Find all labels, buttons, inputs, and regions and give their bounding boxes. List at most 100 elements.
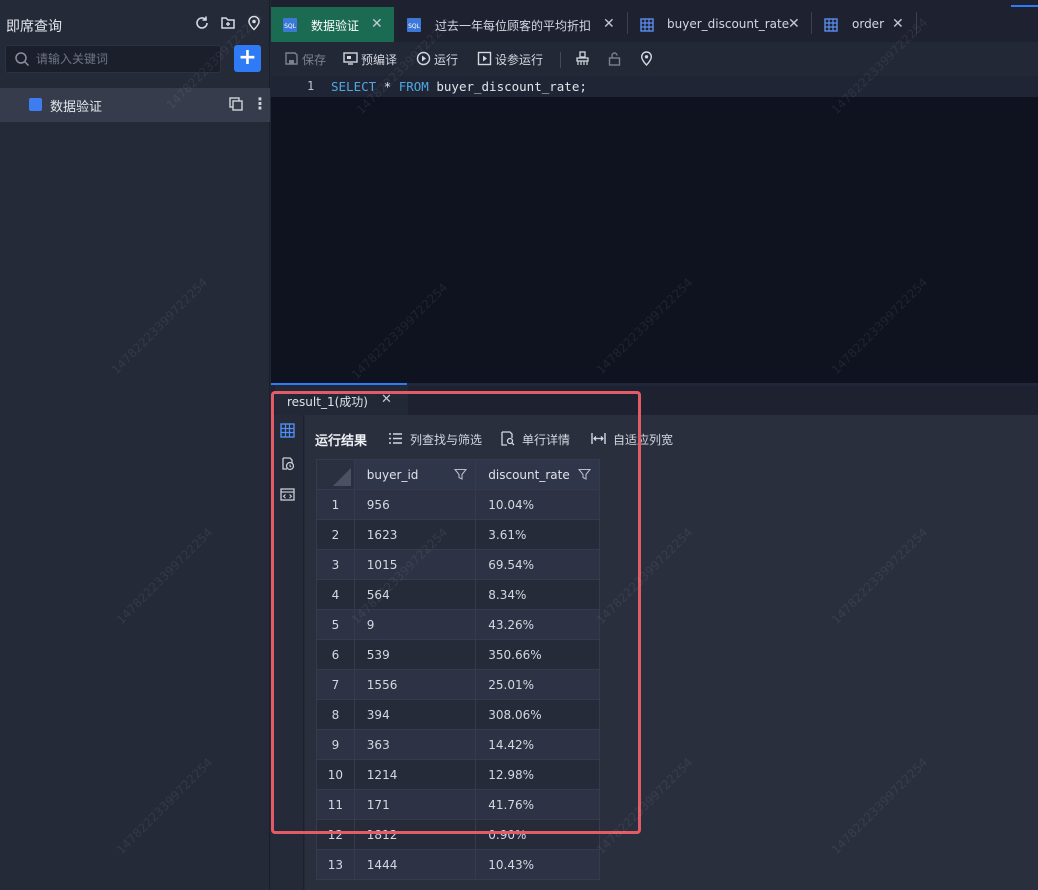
discount-rate-cell[interactable]: 25.01%	[475, 669, 600, 700]
table-icon	[824, 18, 838, 32]
column-width-icon	[591, 433, 606, 444]
new-folder-icon[interactable]	[219, 15, 237, 33]
play-square-icon	[477, 51, 492, 66]
buyer-id-cell[interactable]: 539	[353, 639, 477, 670]
table-row[interactable]: 6 539 350.66%	[316, 639, 600, 670]
row-number-cell: 3	[316, 549, 355, 580]
discount-rate-cell[interactable]: 12.98%	[475, 759, 600, 790]
active-result-indicator	[271, 383, 407, 385]
buyer-id-cell[interactable]: 956	[353, 489, 477, 520]
discount-rate-cell[interactable]: 69.54%	[475, 549, 600, 580]
code-line[interactable]: 1 SELECT * FROM buyer_discount_rate;	[271, 76, 1038, 97]
table-row[interactable]: 3 1015 69.54%	[316, 549, 600, 580]
table-row[interactable]: 2 1623 3.61%	[316, 519, 600, 550]
refresh-icon[interactable]	[193, 15, 211, 33]
buyer-id-cell[interactable]: 1812	[353, 819, 477, 850]
sql-file-icon: SQL	[407, 18, 421, 32]
discount-rate-cell[interactable]: 8.34%	[475, 579, 600, 610]
locate-icon[interactable]	[245, 15, 263, 33]
tab-order[interactable]: order ✕	[812, 7, 916, 42]
discount-rate-cell[interactable]: 3.61%	[475, 519, 600, 550]
row-number-cell: 12	[316, 819, 355, 850]
buyer-id-cell[interactable]: 564	[353, 579, 477, 610]
discount-rate-cell[interactable]: 308.06%	[475, 699, 600, 730]
column-header-buyer-id[interactable]: buyer_id	[353, 459, 477, 490]
buyer-id-cell[interactable]: 1444	[353, 849, 477, 880]
search-icon	[15, 52, 30, 67]
buyer-id-cell[interactable]: 1015	[353, 549, 477, 580]
filter-icon[interactable]	[578, 468, 591, 481]
table-row[interactable]: 7 1556 25.01%	[316, 669, 600, 700]
tab-buyer-discount-rate[interactable]: buyer_discount_rate ✕	[628, 7, 811, 42]
editor-toolbar: 保存 预编译 运行 设参运行	[271, 42, 1038, 76]
select-all-corner[interactable]	[316, 459, 355, 490]
discount-rate-cell[interactable]: 14.42%	[475, 729, 600, 760]
toolbar-separator	[560, 52, 561, 68]
table-row[interactable]: 12 1812 0.90%	[316, 819, 600, 850]
discount-rate-cell[interactable]: 350.66%	[475, 639, 600, 670]
result-tab-bar: result_1(成功) ✕	[271, 386, 1038, 415]
row-number-cell: 10	[316, 759, 355, 790]
buyer-id-cell[interactable]: 1214	[353, 759, 477, 790]
tree-item-data-validation[interactable]: 数据验证 ⋮	[0, 88, 270, 122]
svg-text:SQL: SQL	[408, 23, 421, 30]
table-row[interactable]: 10 1214 12.98%	[316, 759, 600, 790]
result-tab-label: result_1(成功)	[287, 395, 368, 409]
sql-file-icon: SQL	[283, 18, 297, 32]
search-input[interactable]	[36, 49, 216, 69]
row-number-cell: 7	[316, 669, 355, 700]
tab-label: 数据验证	[311, 19, 360, 33]
tree-item-label: 数据验证	[50, 100, 103, 115]
grid-view-icon[interactable]	[280, 423, 295, 438]
result-title: 运行结果	[315, 434, 368, 449]
add-button[interactable]: +	[234, 45, 261, 72]
row-number-cell: 2	[316, 519, 355, 550]
line-number: 1	[307, 79, 315, 93]
sidebar-header: 即席查询	[0, 0, 270, 48]
table-row[interactable]: 8 394 308.06%	[316, 699, 600, 730]
sidebar: 即席查询 + 数据验证 ⋮	[0, 0, 270, 890]
close-icon[interactable]: ✕	[788, 16, 800, 32]
result-tab[interactable]: result_1(成功) ✕	[275, 386, 408, 415]
table-row[interactable]: 4 564 8.34%	[316, 579, 600, 610]
table-row[interactable]: 9 363 14.42%	[316, 729, 600, 760]
more-icon[interactable]: ⋮	[252, 96, 268, 112]
copy-icon[interactable]	[229, 97, 243, 111]
row-number-cell: 6	[316, 639, 355, 670]
code-view-icon[interactable]	[280, 487, 295, 502]
tab-label: 过去一年每位顾客的平均折扣	[435, 19, 592, 33]
lock-icon	[608, 52, 621, 66]
buyer-id-cell[interactable]: 171	[353, 789, 477, 820]
tab-label: buyer_discount_rate	[667, 17, 790, 31]
buyer-id-cell[interactable]: 1556	[353, 669, 477, 700]
sql-editor[interactable]: 1 SELECT * FROM buyer_discount_rate;	[271, 76, 1038, 383]
table-row[interactable]: 11 171 41.76%	[316, 789, 600, 820]
buyer-id-cell[interactable]: 394	[353, 699, 477, 730]
filter-icon[interactable]	[454, 468, 468, 481]
row-number-cell: 8	[316, 699, 355, 730]
doc-search-icon	[501, 431, 515, 446]
history-icon[interactable]	[280, 456, 295, 471]
buyer-id-cell[interactable]: 9	[353, 609, 477, 640]
discount-rate-cell[interactable]: 43.26%	[475, 609, 600, 640]
table-row[interactable]: 1 956 10.04%	[316, 489, 600, 520]
buyer-id-cell[interactable]: 1623	[353, 519, 477, 550]
discount-rate-cell[interactable]: 41.76%	[475, 789, 600, 820]
table-row[interactable]: 5 9 43.26%	[316, 609, 600, 640]
discount-rate-cell[interactable]: 10.04%	[475, 489, 600, 520]
tab-avg-discount[interactable]: SQL 过去一年每位顾客的平均折扣 ✕	[395, 7, 627, 42]
close-icon[interactable]: ✕	[603, 16, 615, 32]
table-row[interactable]: 13 1444 10.43%	[316, 849, 600, 880]
row-number-cell: 13	[316, 849, 355, 880]
discount-rate-cell[interactable]: 0.90%	[475, 819, 600, 850]
column-header-discount-rate[interactable]: discount_rate	[475, 459, 600, 490]
location-icon	[640, 51, 653, 66]
close-icon[interactable]: ✕	[371, 16, 383, 32]
close-icon[interactable]: ✕	[892, 16, 904, 32]
table-icon	[640, 18, 654, 32]
close-icon[interactable]: ✕	[381, 392, 392, 407]
discount-rate-cell[interactable]: 10.43%	[475, 849, 600, 880]
code-text[interactable]: SELECT * FROM buyer_discount_rate;	[331, 79, 587, 94]
tab-data-validation[interactable]: SQL 数据验证 ✕	[271, 7, 394, 42]
buyer-id-cell[interactable]: 363	[353, 729, 477, 760]
